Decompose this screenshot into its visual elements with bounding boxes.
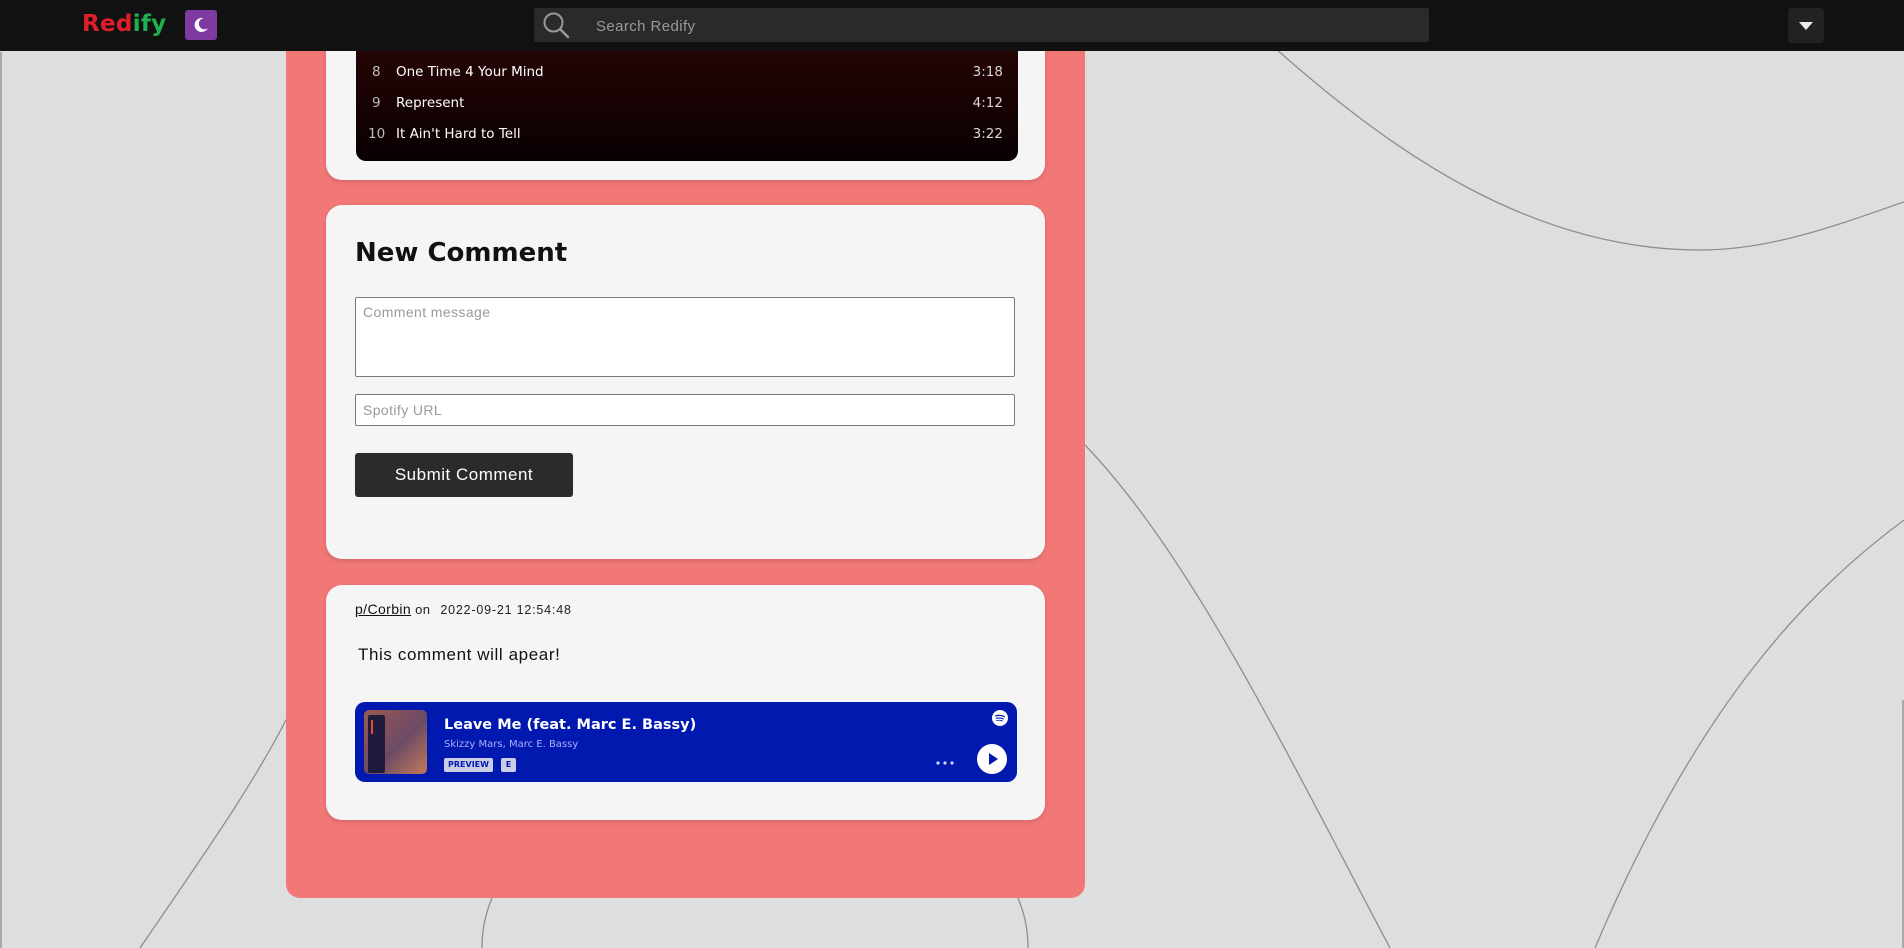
- comment-card: p/Corbin on 2022-09-21 12:54:48 This com…: [326, 585, 1045, 820]
- track-number: 9: [372, 95, 381, 111]
- track-row[interactable]: 9 Represent 4:12: [356, 91, 1018, 115]
- comment-meta: p/Corbin on 2022-09-21 12:54:48: [355, 601, 572, 617]
- search-input[interactable]: [594, 8, 1418, 44]
- embed-track-title[interactable]: Leave Me (feat. Marc E. Bassy): [444, 717, 696, 733]
- comment-author-link[interactable]: p/Corbin: [355, 601, 411, 617]
- theme-toggle-button[interactable]: [185, 10, 217, 40]
- track-duration: 3:22: [972, 126, 1003, 142]
- album-art-mark: [371, 720, 373, 734]
- preview-badge: PREVIEW: [444, 758, 493, 772]
- top-navbar: Redify: [0, 0, 1904, 51]
- track-number: 10: [368, 126, 386, 142]
- spotify-icon[interactable]: [992, 710, 1008, 726]
- redify-logo[interactable]: Redify: [82, 11, 166, 37]
- play-icon: [989, 753, 998, 765]
- user-menu-dropdown-button[interactable]: [1788, 8, 1824, 43]
- caret-down-icon: [1799, 21, 1813, 30]
- track-row[interactable]: 10 It Ain't Hard to Tell 3:22: [356, 122, 1018, 146]
- play-button[interactable]: [977, 744, 1007, 774]
- comment-body: This comment will apear!: [358, 645, 561, 664]
- search-bar: [534, 8, 1429, 44]
- album-art: [364, 710, 427, 774]
- track-row[interactable]: 8 One Time 4 Your Mind 3:18: [356, 60, 1018, 84]
- comment-timestamp: 2022-09-21 12:54:48: [440, 603, 572, 617]
- track-title: It Ain't Hard to Tell: [396, 126, 521, 142]
- search-icon[interactable]: [541, 10, 571, 40]
- new-comment-card: New Comment Submit Comment: [326, 205, 1045, 559]
- logo-green-part: ify: [132, 11, 167, 37]
- embed-track-artists[interactable]: Skizzy Mars, Marc E. Bassy: [444, 739, 578, 750]
- explicit-badge: E: [501, 758, 516, 772]
- track-title: One Time 4 Your Mind: [396, 64, 544, 80]
- spotify-url-input[interactable]: [355, 394, 1015, 426]
- track-duration: 4:12: [972, 95, 1003, 111]
- comment-message-input[interactable]: [355, 297, 1015, 377]
- new-comment-title: New Comment: [355, 238, 568, 268]
- moon-icon: [194, 17, 208, 32]
- track-number: 8: [372, 64, 381, 80]
- logo-red-part: Red: [82, 11, 133, 37]
- track-duration: 3:18: [972, 64, 1003, 80]
- submit-comment-button[interactable]: Submit Comment: [355, 453, 573, 497]
- track-title: Represent: [396, 95, 465, 111]
- comment-on-label: on: [415, 602, 431, 617]
- more-options-icon[interactable]: [934, 760, 956, 766]
- spotify-track-embed[interactable]: Leave Me (feat. Marc E. Bassy) Skizzy Ma…: [355, 702, 1017, 782]
